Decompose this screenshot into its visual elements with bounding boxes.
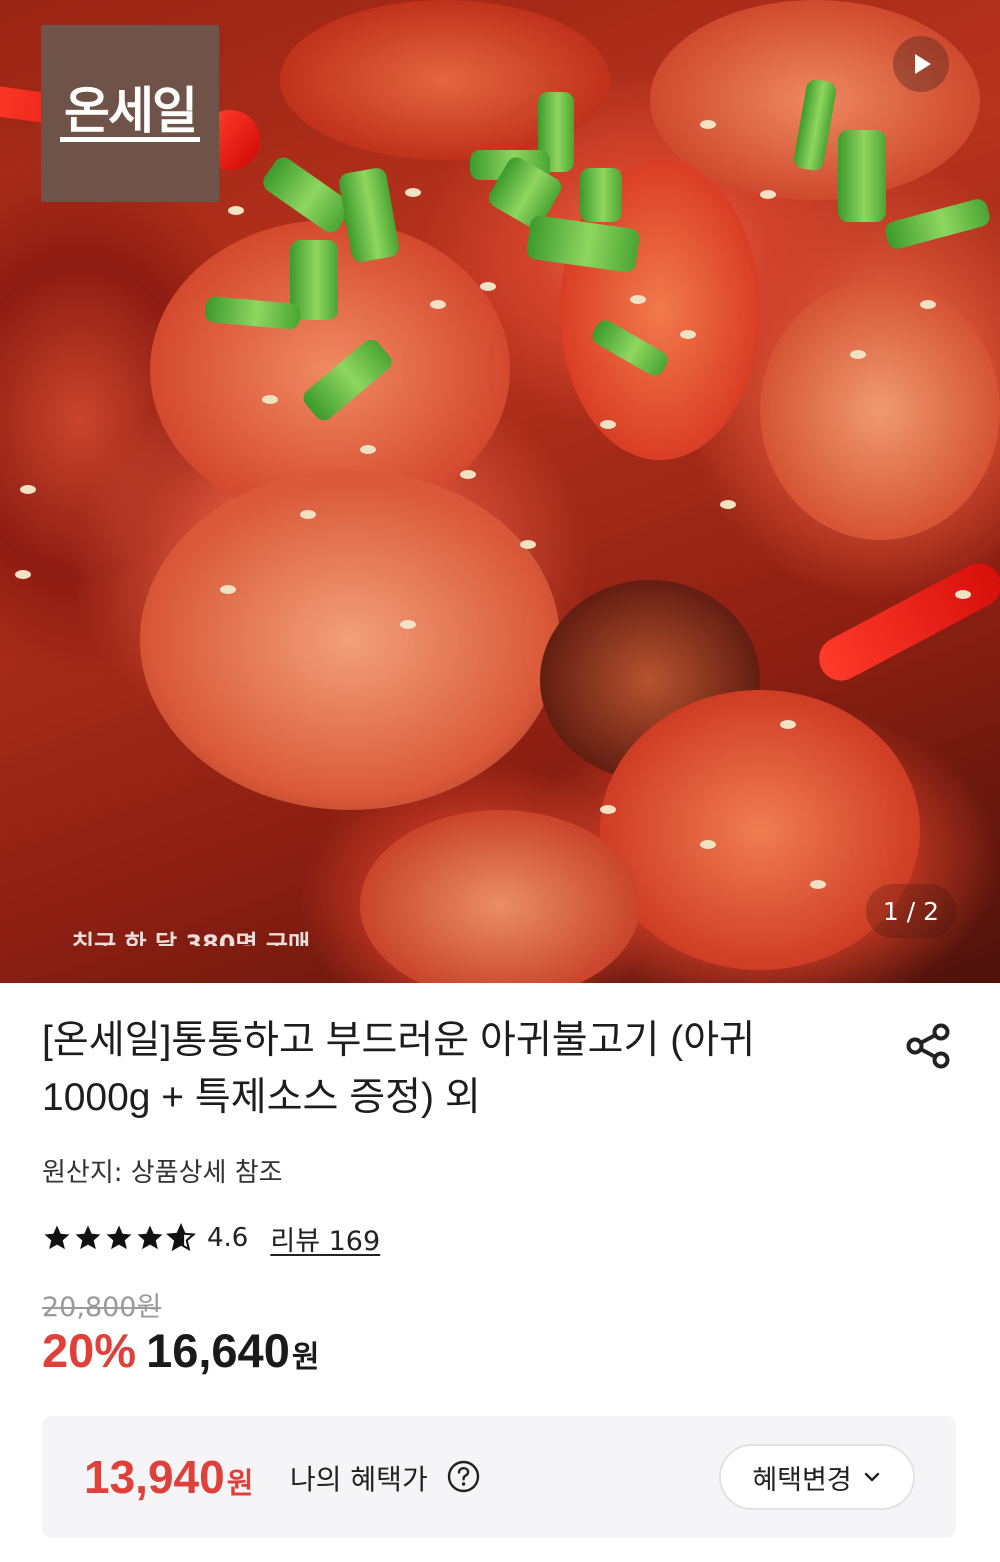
price-unit: 원 [291,1340,320,1375]
change-benefit-button[interactable]: 혜택변경 [719,1444,915,1510]
sesame-seed [360,445,376,454]
sesame-seed [920,300,936,309]
benefit-amount: 13,940 [84,1451,225,1503]
brand-logo: 온세일 [41,25,219,202]
sesame-seed [262,395,278,404]
star-icon [137,1225,163,1250]
star-rating [42,1223,197,1253]
image-caption: 친구 한 달 380명 구매 [72,930,311,946]
sesame-seed [228,206,244,215]
sesame-seed [720,500,736,509]
original-price: 20,800원 [42,1292,162,1323]
sesame-seed [460,470,476,479]
discount-rate: 20% [42,1324,137,1377]
sale-price: 16,640 [146,1324,290,1377]
star-half-icon [166,1223,196,1252]
sesame-seed [480,282,496,291]
sesame-seed [680,330,696,339]
scallion [883,196,992,252]
benefit-price-panel: 13,940 원 나의 혜택가 혜택변경 [42,1416,956,1538]
sesame-seed [220,585,236,594]
rating-score: 4.6 [207,1223,249,1253]
sesame-seed [15,570,31,579]
star-icon [75,1225,101,1250]
sesame-seed [700,120,716,129]
star-icon [106,1225,132,1250]
sesame-seed [700,840,716,849]
sesame-seed [850,350,866,359]
product-image-carousel[interactable]: 온세일 친구 한 달 380명 구매 1 / 2 [0,0,1000,983]
product-title: [온세일]통통하고 부드러운 아귀불고기 (아귀 1000g + 특제소스 증정… [42,1019,756,1119]
scallion [580,168,622,222]
food-piece [140,470,560,810]
sesame-seed [520,540,536,549]
sesame-seed [400,620,416,629]
chevron-down-icon [864,1472,879,1482]
chili-pepper [811,555,1000,689]
change-benefit-label: 혜택변경 [752,1464,852,1496]
sesame-seed [600,805,616,814]
sesame-seed [780,720,796,729]
scallion [838,130,886,222]
benefit-price: 13,940 원 [84,1450,253,1504]
origin-info: 원산지: 상품상세 참조 [42,1158,283,1188]
sesame-seed [810,880,826,889]
sesame-seed [955,590,971,599]
play-video-button[interactable] [893,36,949,92]
food-piece [760,280,1000,540]
review-count-link[interactable]: 리뷰 169 [270,1219,380,1258]
sesame-seed [300,510,316,519]
rating-row: 4.6 리뷰 169 [42,1218,380,1258]
sesame-seed [630,295,646,304]
play-icon [915,54,931,74]
sale-price-row: 20% 16,640 원 [42,1323,319,1378]
sesame-seed [405,188,421,197]
brand-logo-text: 온세일 [60,85,200,143]
sesame-seed [430,300,446,309]
benefit-label: 나의 혜택가 [290,1463,428,1496]
sesame-seed [600,420,616,429]
carousel-page-indicator: 1 / 2 [866,884,956,938]
star-icon [44,1225,70,1250]
sesame-seed [20,485,36,494]
sesame-seed [760,190,776,199]
benefit-unit: 원 [226,1466,254,1500]
share-icon[interactable] [900,1018,956,1074]
food-piece [360,810,640,983]
question-circle-icon[interactable] [447,1460,480,1493]
